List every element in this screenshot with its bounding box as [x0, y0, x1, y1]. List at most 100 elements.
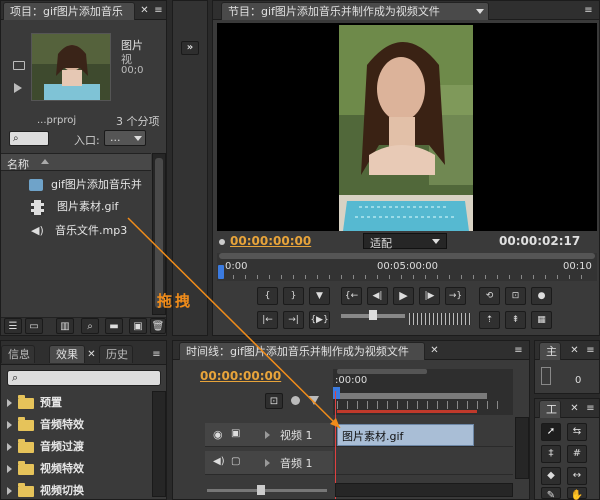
hand-tool-icon[interactable]: ✋ [567, 487, 587, 500]
expand-panels-icon[interactable]: » [181, 41, 199, 55]
tab-project[interactable]: 项目：gif图片添加音乐 [3, 2, 135, 20]
new-bin-icon[interactable]: ▬ [105, 318, 123, 334]
timeline-timecode[interactable]: 00:00:00:00 [200, 369, 281, 383]
mark-in-button[interactable]: { [257, 287, 278, 305]
lock-icon[interactable]: ▢ [231, 456, 240, 467]
current-timecode[interactable]: 00:00:00:00 [230, 234, 311, 248]
play-preview-icon[interactable] [14, 83, 22, 93]
marker-icon[interactable] [291, 396, 300, 405]
eye-icon[interactable]: ◉ [213, 428, 223, 441]
loop-button[interactable]: ⟲ [479, 287, 500, 305]
new-item-icon[interactable]: ▣ [129, 318, 147, 334]
timeline-scrollbar-horizontal[interactable] [335, 483, 513, 497]
panel-menu-icon[interactable]: ≡ [153, 5, 164, 16]
video-track-area[interactable]: 图片素材.gif [333, 423, 513, 447]
play-button[interactable]: ▶ [393, 287, 414, 305]
speaker-icon[interactable]: ◀) [213, 456, 225, 467]
selection-tool-icon[interactable]: ➚ [541, 423, 561, 441]
list-view-icon[interactable]: ☰ [4, 318, 22, 334]
automate-icon[interactable]: ▥ [56, 318, 74, 334]
track-select-tool-icon[interactable]: ⇆ [567, 423, 587, 441]
lock-icon[interactable]: ▣ [231, 428, 240, 439]
effects-folder-video-effects[interactable]: 视频特效 [7, 459, 84, 479]
jog-wheel[interactable] [409, 313, 471, 325]
go-to-in-button[interactable]: {← [341, 287, 362, 305]
icon-view-icon[interactable]: ▭ [25, 318, 43, 334]
effects-search-field[interactable]: ⌕ [7, 370, 161, 386]
timeline-scrollbar-vertical[interactable] [515, 417, 529, 479]
expand-arrow-icon[interactable] [265, 459, 270, 467]
tab-program[interactable]: 节目：gif图片添加音乐并制作成为视频文件 [221, 2, 489, 20]
step-back-button[interactable]: ◀| [367, 287, 388, 305]
panel-menu-icon[interactable]: ≡ [585, 345, 596, 356]
step-forward-button[interactable]: |▶ [419, 287, 440, 305]
play-in-to-out-button[interactable]: {▶} [309, 311, 330, 329]
scroll-thumb[interactable] [155, 158, 163, 308]
close-icon[interactable]: ✕ [569, 345, 580, 356]
tab-effects[interactable]: 效果 [49, 345, 85, 363]
program-video-display[interactable] [217, 23, 597, 231]
video-track-header[interactable]: ◉ ▣ 视频 1 [205, 423, 333, 447]
safe-margins-button[interactable]: ⊡ [505, 287, 526, 305]
expand-arrow-icon[interactable] [265, 431, 270, 439]
camera-icon[interactable] [13, 61, 25, 70]
find-icon[interactable]: ⌕ [81, 318, 99, 334]
tab-history[interactable]: 历史 [99, 345, 133, 363]
expand-arrow-icon[interactable] [7, 399, 12, 407]
expand-arrow-icon[interactable] [7, 487, 12, 495]
panel-menu-icon[interactable]: ≡ [513, 345, 524, 356]
audio-track-area[interactable] [333, 451, 513, 475]
timeline-clip[interactable]: 图片素材.gif [337, 424, 474, 446]
close-icon[interactable]: ✕ [429, 345, 440, 356]
fit-dropdown[interactable]: 适配 [363, 233, 447, 250]
expand-arrow-icon[interactable] [7, 421, 12, 429]
list-item[interactable]: gif图片添加音乐并 [1, 175, 151, 195]
razor-tool-icon[interactable]: ◆ [541, 467, 561, 485]
panel-menu-icon[interactable]: ≡ [151, 349, 162, 360]
entry-dropdown[interactable]: ... [104, 130, 146, 146]
extract-button[interactable]: ⇞ [505, 311, 526, 329]
effects-folder-video-transitions[interactable]: 视频切换 [7, 481, 84, 497]
work-area-bar[interactable] [337, 393, 487, 399]
panel-menu-icon[interactable]: ≡ [585, 403, 596, 414]
mark-out-button[interactable]: } [283, 287, 304, 305]
expand-arrow-icon[interactable] [7, 443, 12, 451]
playhead-marker[interactable] [218, 265, 224, 279]
effects-scrollbar[interactable] [152, 391, 166, 497]
pen-tool-icon[interactable]: ✎ [541, 487, 561, 500]
effects-folder-presets[interactable]: 预置 [7, 393, 62, 413]
add-marker-icon[interactable] [309, 396, 319, 405]
trash-icon[interactable]: 🗑 [150, 318, 166, 334]
tab-timeline[interactable]: 时间线：gif图片添加音乐并制作成为视频文件 [179, 342, 425, 360]
list-item[interactable]: ◀) 音乐文件.mp3 [1, 221, 151, 241]
effects-folder-audio-transitions[interactable]: 音频过渡 [7, 437, 84, 457]
audio-track-header[interactable]: ◀) ▢ 音频 1 [205, 451, 333, 475]
tab-tools[interactable]: 工 [539, 400, 561, 418]
rolling-edit-tool-icon[interactable]: # [567, 445, 587, 463]
set-marker-button[interactable]: ▼ [309, 287, 330, 305]
output-button[interactable]: ● [531, 287, 552, 305]
project-search-field[interactable]: ⌕ [9, 131, 49, 146]
timeline-zoom-slider[interactable] [207, 485, 327, 495]
name-column-header[interactable]: 名称 [1, 153, 151, 171]
close-icon[interactable]: ✕ [569, 403, 580, 414]
close-icon[interactable]: ✕ [139, 5, 150, 16]
go-to-next-edit-button[interactable]: →| [283, 311, 304, 329]
trim-monitor-button[interactable]: ▦ [531, 311, 552, 329]
go-to-out-button[interactable]: →} [445, 287, 466, 305]
clip-preview-thumbnail[interactable] [31, 33, 111, 101]
shuttle-slider[interactable] [341, 310, 405, 330]
slip-tool-icon[interactable]: ↔ [567, 467, 587, 485]
snap-icon[interactable]: ⊡ [265, 393, 283, 409]
ripple-edit-tool-icon[interactable]: ‡ [541, 445, 561, 463]
go-to-prev-edit-button[interactable]: |← [257, 311, 278, 329]
list-item[interactable]: 图片素材.gif [1, 197, 151, 217]
close-icon[interactable]: ✕ [86, 349, 97, 360]
tab-info[interactable]: 信息 [1, 345, 35, 363]
tab-audio-master[interactable]: 主 [539, 342, 561, 360]
panel-menu-icon[interactable]: ≡ [583, 5, 594, 16]
lift-button[interactable]: ⇡ [479, 311, 500, 329]
expand-arrow-icon[interactable] [7, 465, 12, 473]
monitor-ruler[interactable]: 0:00 00:05:00:00 00:10 [217, 253, 597, 281]
timeline-ruler[interactable]: :00:00 [333, 369, 513, 415]
